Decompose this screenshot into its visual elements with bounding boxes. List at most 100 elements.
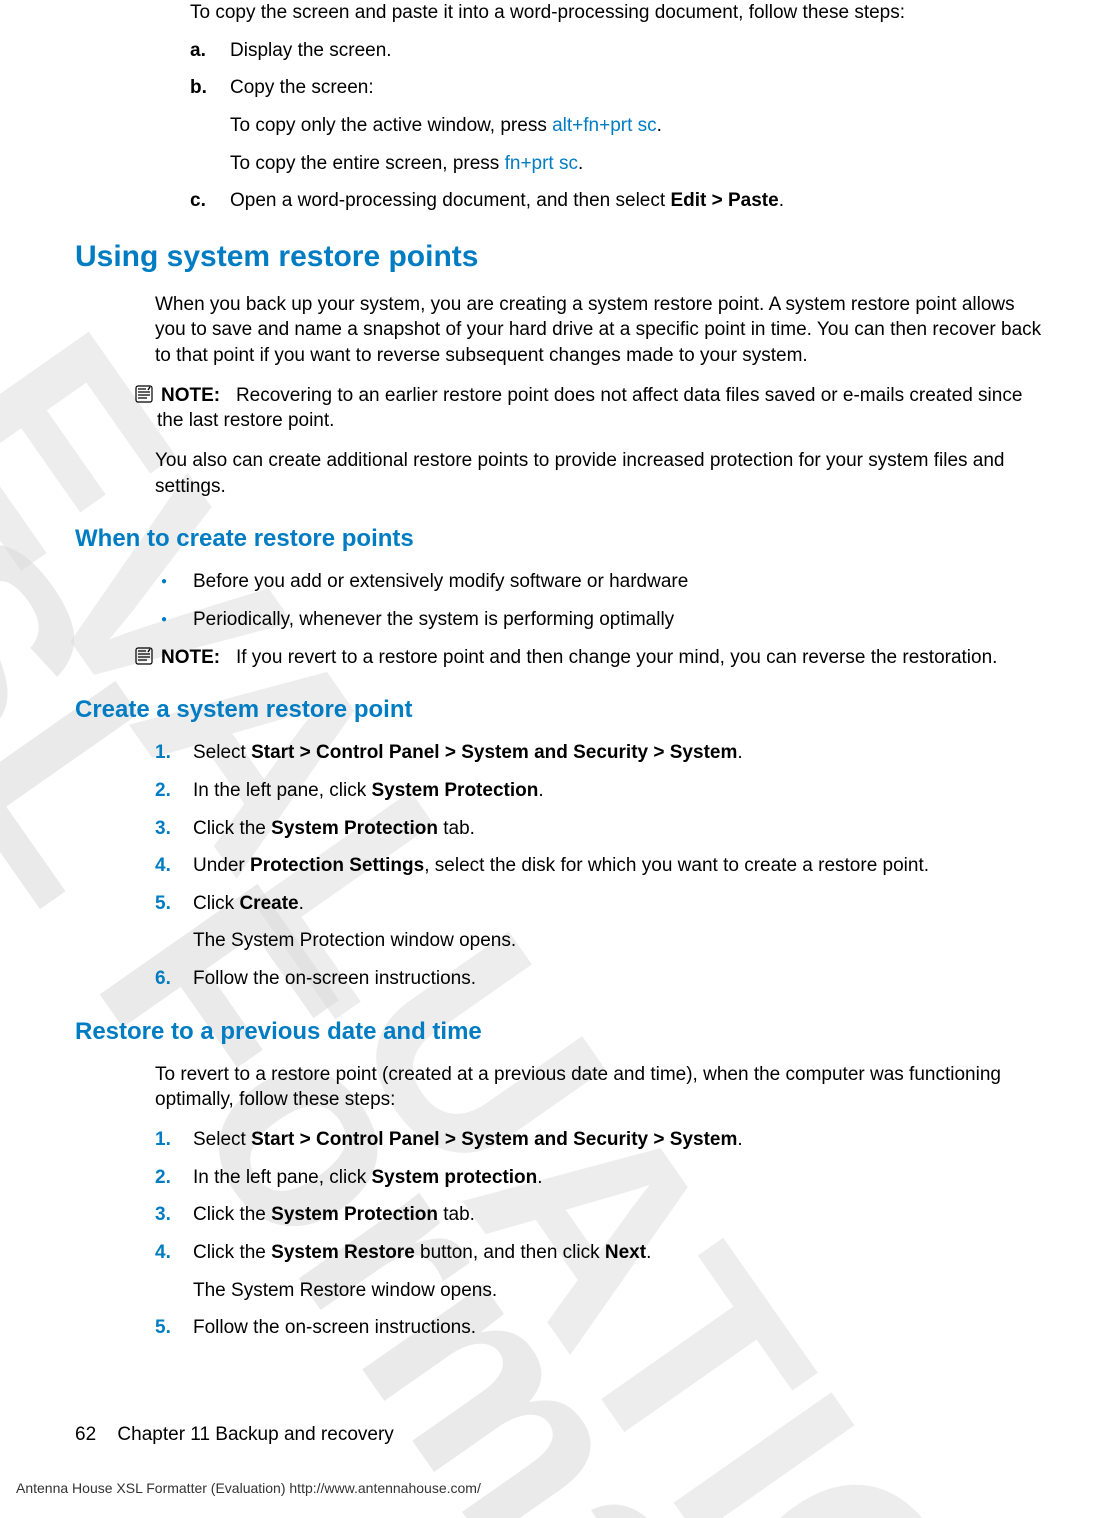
revert-step-1: 1. Select Start > Control Panel > System… <box>155 1127 1042 1153</box>
restore-para-2: You also can create additional restore p… <box>155 448 1042 499</box>
keyboard-shortcut: alt+fn+prt sc <box>552 115 657 136</box>
text: . <box>538 780 543 801</box>
step-number: 5. <box>155 891 193 917</box>
text: tab. <box>438 1204 475 1225</box>
ui-label: System Protection <box>271 1204 438 1225</box>
step-body: Display the screen. <box>230 38 1042 64</box>
step-body: Copy the screen: <box>230 75 1042 101</box>
menu-path: Start > Control Panel > System and Secur… <box>251 1129 737 1150</box>
text: tab. <box>438 818 475 839</box>
intro-lead: To copy the screen and paste it into a w… <box>190 0 1042 26</box>
text: Click the <box>193 1204 271 1225</box>
text: Click the <box>193 818 271 839</box>
revert-step-3: 3. Click the System Protection tab. <box>155 1202 1042 1228</box>
step-a: a. Display the screen. <box>190 38 1042 64</box>
note-icon <box>135 647 157 671</box>
heading-revert: Restore to a previous date and time <box>75 1018 1042 1046</box>
create-step-3: 3. Click the System Protection tab. <box>155 816 1042 842</box>
ui-label: Protection Settings <box>250 855 424 876</box>
text: Click the <box>193 1242 271 1263</box>
revert-lead: To revert to a restore point (created at… <box>155 1062 1042 1113</box>
step-b: b. Copy the screen: <box>190 75 1042 101</box>
text: . <box>657 115 662 136</box>
step-text: Follow the on-screen instructions. <box>193 966 1042 992</box>
step-number: 6. <box>155 966 193 992</box>
note-text: If you revert to a restore point and the… <box>236 647 997 668</box>
ui-label: System Protection <box>372 780 539 801</box>
text: To copy the entire screen, press <box>230 153 505 174</box>
text: In the left pane, click <box>193 780 372 801</box>
chapter-title: Chapter 11 Backup and recovery <box>117 1424 393 1445</box>
ui-label: Next <box>605 1242 646 1263</box>
step-body: Open a word-processing document, and the… <box>230 188 1042 214</box>
text: . <box>537 1167 542 1188</box>
revert-step-4-result: The System Restore window opens. <box>193 1278 1042 1304</box>
ui-label: System Restore <box>271 1242 415 1263</box>
text: Select <box>193 1129 251 1150</box>
ui-label: System Protection <box>271 818 438 839</box>
step-number: 5. <box>155 1315 193 1341</box>
bullet-2: Periodically, whenever the system is per… <box>155 607 1042 633</box>
text: . <box>737 742 742 763</box>
step-text: Follow the on-screen instructions. <box>193 1315 1042 1341</box>
bullet-text: Before you add or extensively modify sof… <box>193 569 1042 595</box>
keyboard-shortcut: fn+prt sc <box>505 153 578 174</box>
page-content: To copy the screen and paste it into a w… <box>75 0 1042 1341</box>
step-number: 4. <box>155 853 193 879</box>
text: . <box>299 893 304 914</box>
create-step-5-result: The System Protection window opens. <box>193 928 1042 954</box>
step-b-sub1: To copy only the active window, press al… <box>230 113 1042 139</box>
heading-create: Create a system restore point <box>75 696 1042 724</box>
heading-restore-points: Using system restore points <box>75 240 1042 274</box>
step-b-sub2: To copy the entire screen, press fn+prt … <box>230 151 1042 177</box>
note-text: Recovering to an earlier restore point d… <box>157 385 1022 432</box>
step-marker: c. <box>190 188 230 214</box>
restore-para-1: When you back up your system, you are cr… <box>155 292 1042 369</box>
create-step-2: 2. In the left pane, click System Protec… <box>155 778 1042 804</box>
revert-step-5: 5. Follow the on-screen instructions. <box>155 1315 1042 1341</box>
text: To copy only the active window, press <box>230 115 552 136</box>
step-number: 2. <box>155 1165 193 1191</box>
ui-label: Create <box>239 893 298 914</box>
text: . <box>737 1129 742 1150</box>
create-step-4: 4. Under Protection Settings, select the… <box>155 853 1042 879</box>
create-step-5: 5. Click Create. <box>155 891 1042 917</box>
note-icon <box>135 385 157 434</box>
bullet-icon <box>155 607 193 633</box>
revert-step-2: 2. In the left pane, click System protec… <box>155 1165 1042 1191</box>
create-step-6: 6. Follow the on-screen instructions. <box>155 966 1042 992</box>
step-number: 1. <box>155 1127 193 1153</box>
text: button, and then click <box>415 1242 605 1263</box>
bullet-text: Periodically, whenever the system is per… <box>193 607 1042 633</box>
ui-label: System protection <box>372 1167 538 1188</box>
page-footer: 62 Chapter 11 Backup and recovery <box>75 1424 394 1446</box>
text: Click <box>193 893 239 914</box>
text: Under <box>193 855 250 876</box>
text: Select <box>193 742 251 763</box>
menu-path: Start > Control Panel > System and Secur… <box>251 742 737 763</box>
step-number: 2. <box>155 778 193 804</box>
menu-path: Edit > Paste <box>670 190 778 211</box>
bullet-icon <box>155 569 193 595</box>
eval-text: Antenna House XSL Formatter (Evaluation)… <box>16 1480 481 1496</box>
note-1: NOTE: Recovering to an earlier restore p… <box>135 383 1042 434</box>
note-label: NOTE: <box>161 647 220 668</box>
note-label: NOTE: <box>161 385 220 406</box>
note-2: NOTE: If you revert to a restore point a… <box>135 645 1042 671</box>
bullet-1: Before you add or extensively modify sof… <box>155 569 1042 595</box>
step-number: 3. <box>155 816 193 842</box>
text: . <box>779 190 784 211</box>
step-marker: b. <box>190 75 230 101</box>
text: , select the disk for which you want to … <box>424 855 929 876</box>
page-number: 62 <box>75 1424 96 1445</box>
step-c: c. Open a word-processing document, and … <box>190 188 1042 214</box>
text: . <box>646 1242 651 1263</box>
step-number: 4. <box>155 1240 193 1266</box>
step-marker: a. <box>190 38 230 64</box>
revert-step-4: 4. Click the System Restore button, and … <box>155 1240 1042 1266</box>
create-step-1: 1. Select Start > Control Panel > System… <box>155 740 1042 766</box>
step-number: 1. <box>155 740 193 766</box>
text: . <box>578 153 583 174</box>
evaluation-footer: Antenna House XSL Formatter (Evaluation)… <box>16 1480 481 1496</box>
heading-when: When to create restore points <box>75 525 1042 553</box>
